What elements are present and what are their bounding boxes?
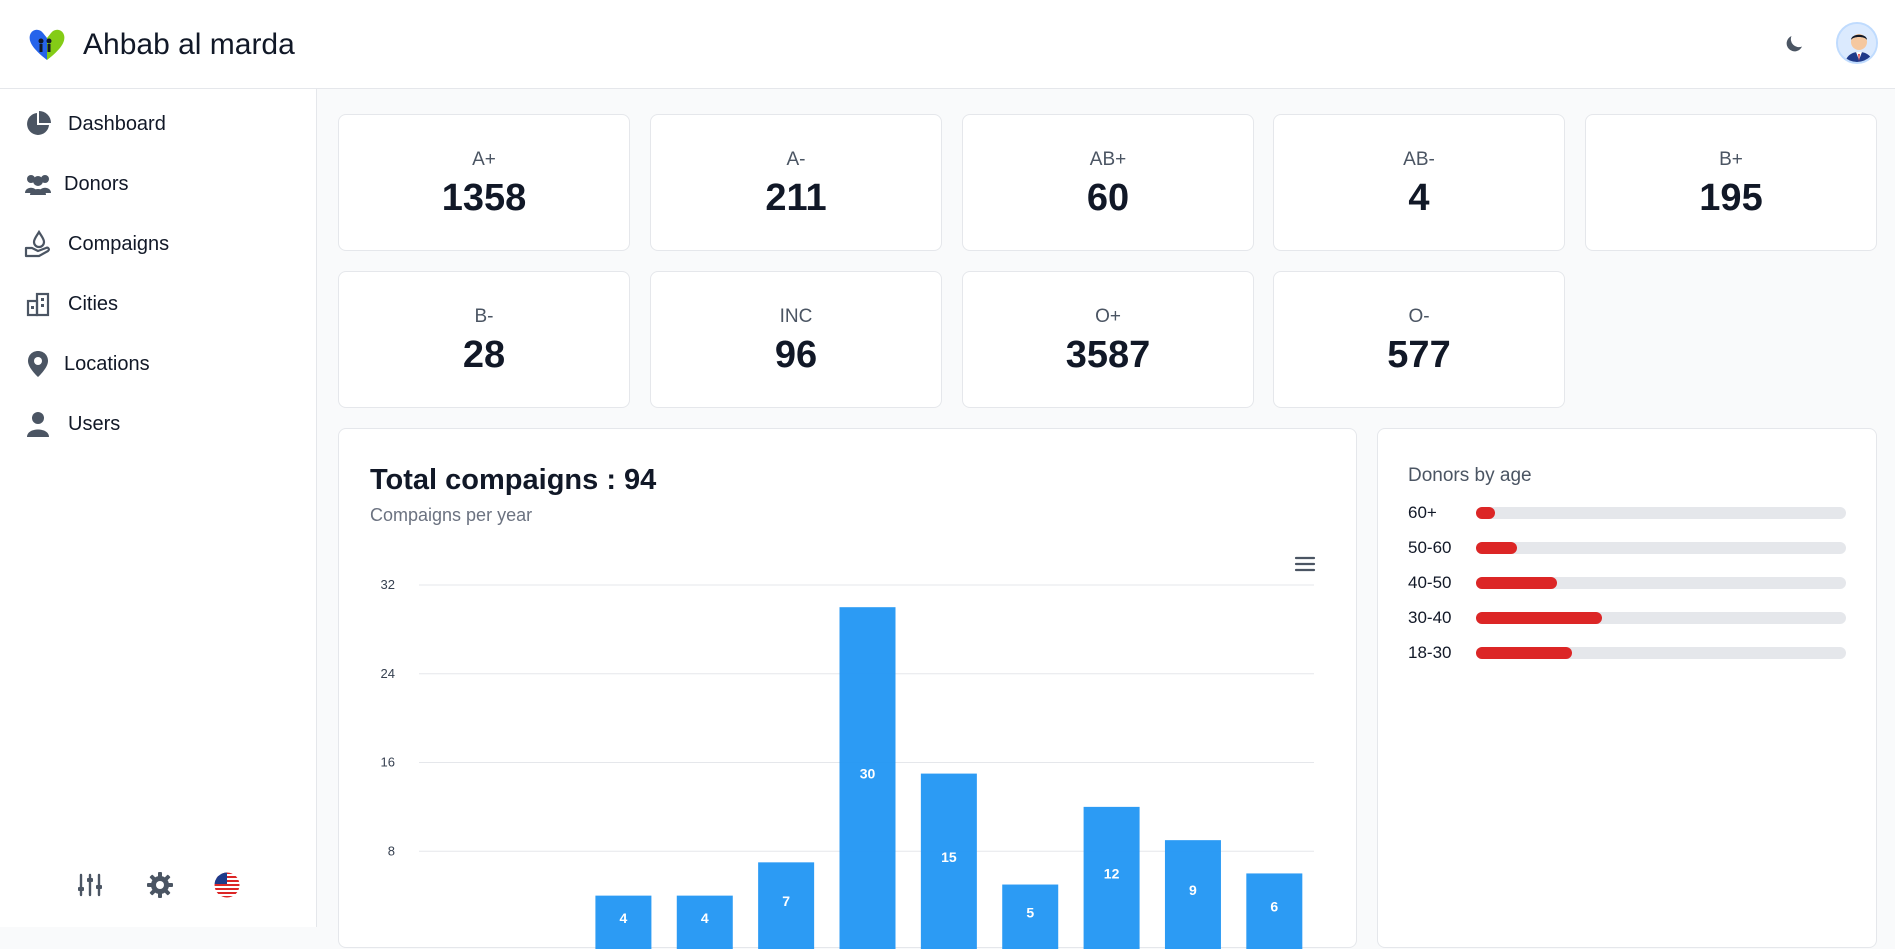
donors-by-age-card: Donors by age 60+ 50-60 40-50 30-40 18-3… [1377,428,1877,948]
stat-label: A- [786,149,806,170]
sidebar-item-cities[interactable]: Cities [22,284,118,324]
y-tick-label: 16 [381,755,395,770]
stat-value: 211 [765,177,827,219]
logo-icon [29,29,65,60]
age-row: 50-60 [1408,536,1848,558]
age-row: 60+ [1408,501,1848,523]
hand-drop-icon [22,228,54,260]
settings-sliders-button[interactable] [74,869,106,901]
campaigns-bar-chart: 32 24 16 8 4 4 7 30 15 5 12 9 6 [381,577,1314,949]
stat-label: O- [1408,306,1430,327]
stat-card-b-positive: B+ 195 [1585,114,1877,251]
sidebar-item-locations[interactable]: Locations [22,344,150,384]
sidebar-item-compaigns[interactable]: Compaigns [22,224,169,264]
bar-data-label: 30 [860,766,876,782]
sidebar-item-label: Dashboard [68,112,166,135]
user-avatar-icon [1838,24,1876,62]
sidebar-item-label: Users [68,412,121,435]
age-label: 30-40 [1408,608,1452,627]
y-tick-label: 8 [388,843,395,858]
stat-card-a-positive: A+ 1358 [338,114,630,251]
us-flag-icon [214,872,240,898]
dark-mode-toggle-icon[interactable] [1782,32,1806,56]
donors-by-age-title: Donors by age [1408,465,1532,486]
age-row: 30-40 [1408,606,1848,628]
sidebar-item-label: Cities [68,292,119,315]
age-progress-track [1476,577,1846,589]
stat-card-o-negative: O- 577 [1273,271,1565,408]
top-bar: Ahbab al marda [0,0,1895,89]
sidebar-item-label: Compaigns [68,232,170,255]
age-progress-track [1476,612,1846,624]
age-progress-fill [1476,647,1573,659]
stat-card-a-negative: A- 211 [650,114,942,251]
sidebar-item-label: Locations [64,352,150,375]
age-progress-fill [1476,577,1558,589]
stat-label: B- [474,306,494,327]
stat-value: 60 [1086,177,1130,219]
y-tick-label: 24 [381,666,395,681]
age-label: 18-30 [1408,643,1452,662]
stat-label: AB+ [1089,149,1127,170]
sidebar-item-dashboard[interactable]: Dashboard [22,104,166,144]
pie-chart-icon [22,108,54,140]
bar-data-label: 4 [620,910,628,926]
stat-value: 3587 [1065,334,1151,376]
stat-label: A+ [472,149,496,170]
chart-menu-icon[interactable] [1294,555,1316,573]
stat-card-b-negative: B- 28 [338,271,630,408]
bar-data-label: 15 [941,849,957,865]
users-icon [22,168,54,200]
age-progress-fill [1476,612,1602,624]
settings-button[interactable] [144,869,176,901]
user-icon [22,408,54,440]
age-progress-track [1476,542,1846,554]
age-label: 40-50 [1408,573,1452,592]
sidebar-item-donors[interactable]: Donors [22,164,128,204]
age-progress-fill [1476,507,1495,519]
language-button[interactable] [211,869,243,901]
age-progress-track [1476,647,1846,659]
stat-value: 28 [462,334,506,376]
gear-icon [147,872,173,898]
age-progress-fill [1476,542,1517,554]
sliders-icon [78,873,102,897]
stat-card-ab-positive: AB+ 60 [962,114,1254,251]
map-pin-icon [22,348,54,380]
bar-data-label: 7 [782,893,790,909]
sidebar-item-label: Donors [64,172,129,195]
stat-label: O+ [1095,306,1121,327]
y-tick-label: 32 [381,577,395,592]
bar-data-label: 9 [1189,882,1197,898]
bar-data-label: 5 [1026,904,1034,920]
age-row: 40-50 [1408,571,1848,593]
stat-card-inc: INC 96 [650,271,942,408]
bar-data-label: 12 [1104,865,1120,881]
age-label: 50-60 [1408,538,1452,557]
stat-value: 1358 [441,177,527,219]
sidebar-item-users[interactable]: Users [22,404,120,444]
age-progress-track [1476,507,1846,519]
stat-value: 4 [1408,177,1430,219]
stat-label: B+ [1719,149,1743,170]
age-label: 60+ [1408,503,1437,522]
avatar[interactable] [1836,22,1878,64]
campaigns-chart-card: Total compaigns : 94 Compaigns per year … [338,428,1357,949]
stat-card-ab-negative: AB- 4 [1273,114,1565,251]
stat-value: 577 [1387,334,1451,376]
stat-label: INC [779,306,813,327]
stat-value: 195 [1699,177,1763,219]
city-icon [22,288,54,320]
stat-value: 96 [774,334,818,376]
age-row: 18-30 [1408,641,1848,663]
bar-data-label: 4 [701,910,709,926]
app-title: Ahbab al marda [83,28,295,61]
stat-label: AB- [1403,149,1435,170]
sidebar: Dashboard Donors Compaigns Cities Locati… [0,89,317,927]
bar-data-label: 6 [1270,899,1278,915]
stat-card-o-positive: O+ 3587 [962,271,1254,408]
